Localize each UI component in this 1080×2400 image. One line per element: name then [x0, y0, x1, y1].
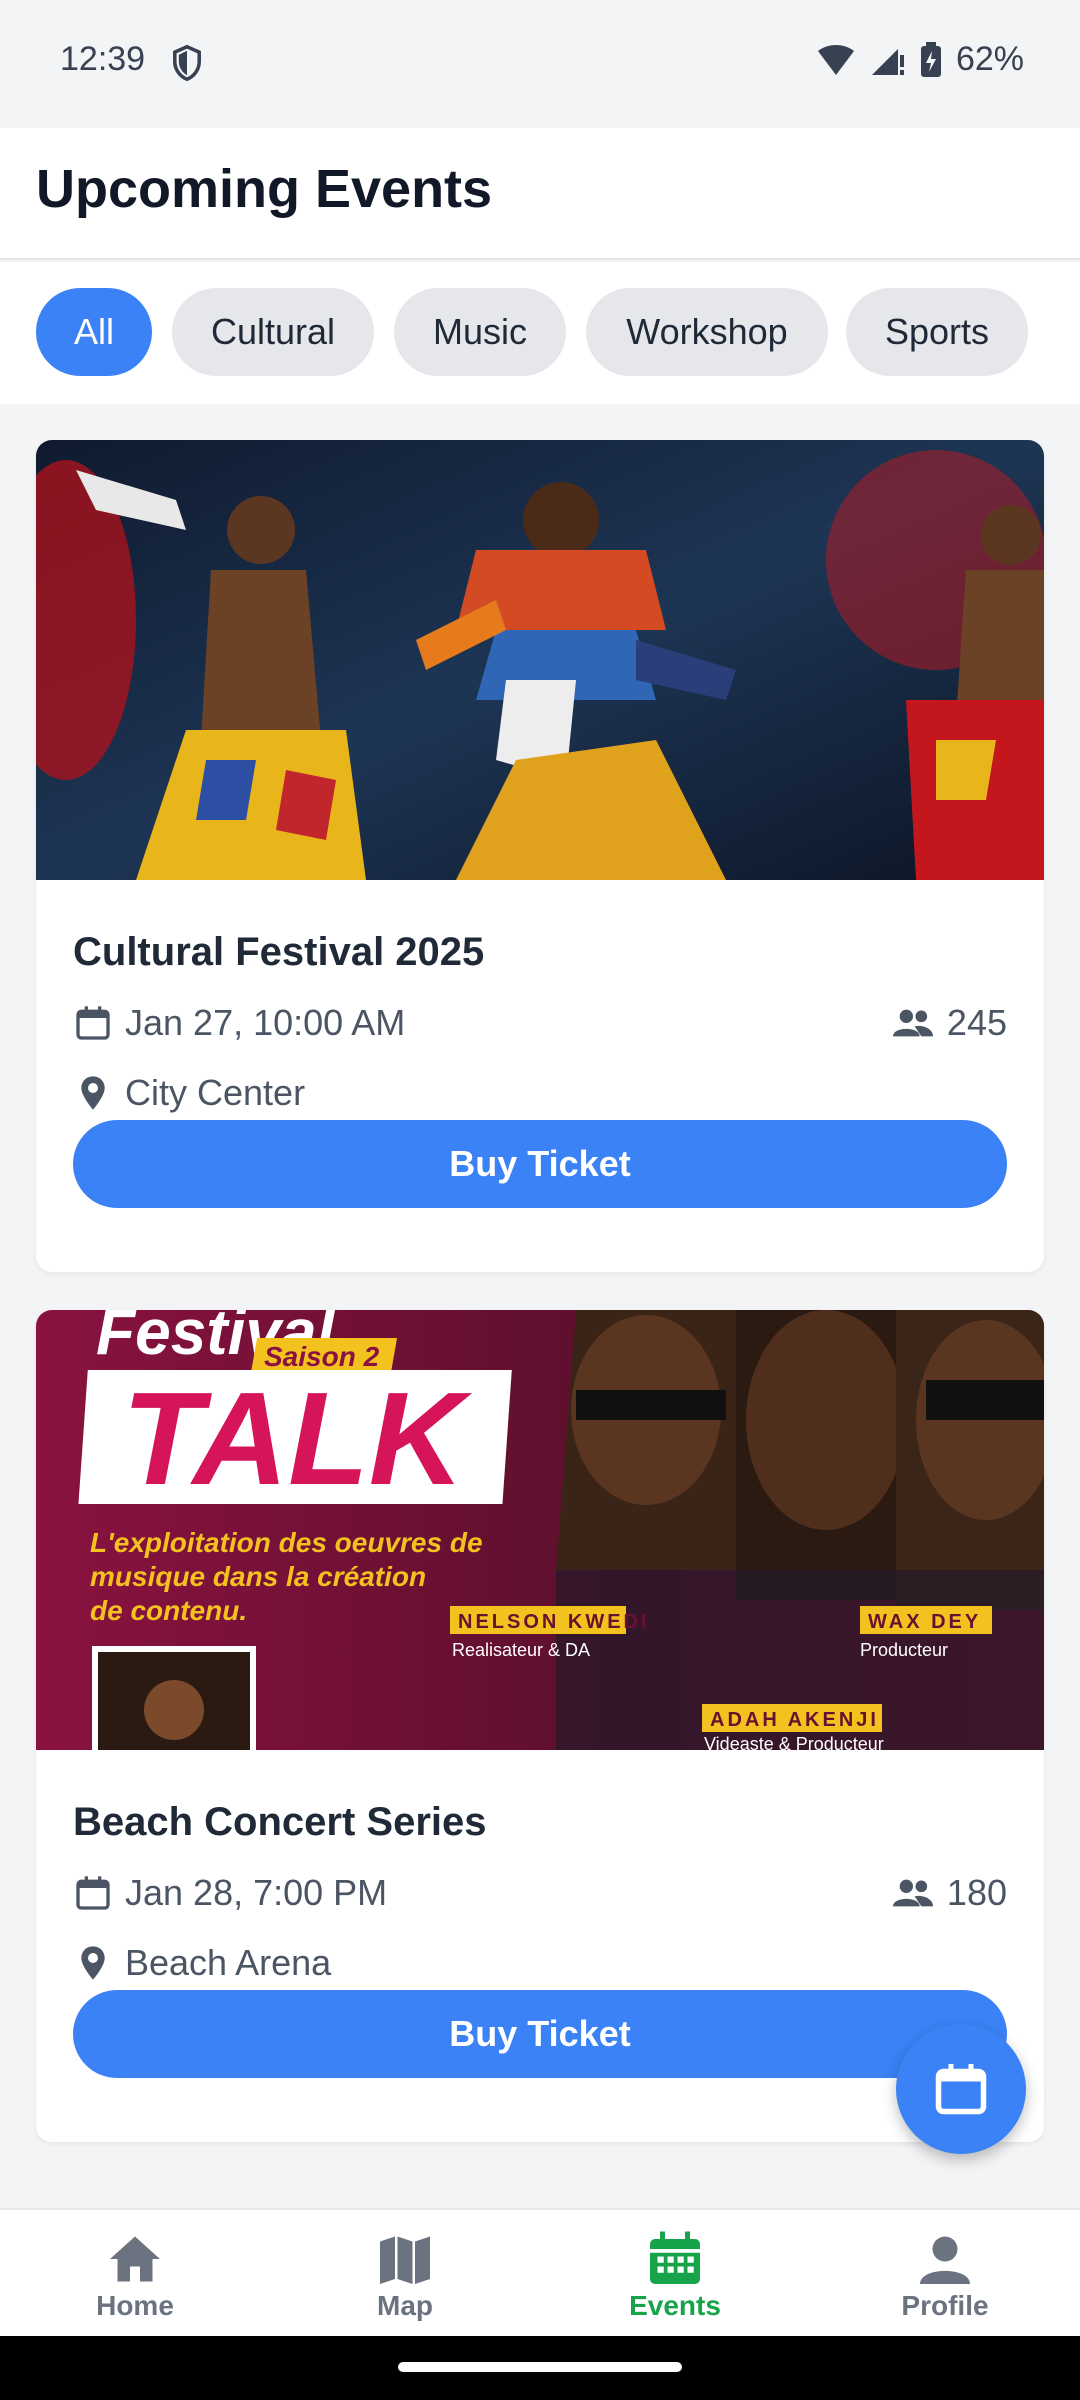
nav-profile-label: Profile	[901, 2290, 989, 2321]
buy-ticket-button[interactable]: Buy Ticket	[73, 1120, 1007, 1208]
event-date: Jan 27, 10:00 AM	[125, 1002, 406, 1043]
svg-text:Realisateur & DA: Realisateur & DA	[452, 1640, 590, 1660]
filter-chip-sports[interactable]: Sports	[846, 288, 1028, 376]
svg-text:Producteur: Producteur	[860, 1640, 948, 1660]
poster-talk: TALK	[122, 1365, 473, 1512]
signal-icon	[871, 48, 904, 75]
event-image[interactable]	[36, 440, 1044, 880]
location-pin-icon	[81, 1076, 105, 1110]
shield-icon	[173, 44, 201, 82]
svg-text:ADAH AKENJI: ADAH AKENJI	[710, 1709, 879, 1731]
calendar-icon	[76, 1876, 110, 1910]
svg-text:NELSON KWEDI: NELSON KWEDI	[458, 1611, 650, 1633]
calendar-icon	[76, 1006, 110, 1040]
nav-profile[interactable]: Profile	[845, 2228, 1045, 2322]
calendar-icon	[650, 2231, 700, 2284]
event-location: Beach Arena	[125, 1942, 332, 1983]
people-icon	[892, 1879, 933, 1907]
attendee-count: 180	[946, 1872, 1007, 1913]
filter-chip-cultural[interactable]: Cultural	[172, 288, 374, 376]
battery-level: 62%	[955, 40, 1024, 78]
event-title: Cultural Festival 2025	[73, 930, 485, 974]
bottom-navigation: Home Map Events Profile	[0, 2208, 1080, 2336]
event-card[interactable]: Cultural Festival 2025 Jan 27, 10:00 AM …	[36, 440, 1044, 1272]
event-title: Beach Concert Series	[73, 1800, 487, 1844]
attendee-count: 245	[946, 1002, 1007, 1043]
svg-text:de contenu.: de contenu.	[90, 1595, 247, 1626]
filter-chip-workshop[interactable]: Workshop	[586, 288, 828, 376]
status-bar: 12:39 62%	[0, 0, 1080, 128]
event-location: City Center	[125, 1072, 306, 1113]
calendar-fab[interactable]	[896, 2024, 1026, 2154]
nav-events[interactable]: Events	[575, 2228, 775, 2322]
location-pin-icon	[81, 1946, 105, 1980]
wifi-icon	[817, 44, 854, 75]
map-icon	[380, 2236, 430, 2284]
nav-home[interactable]: Home	[35, 2228, 235, 2322]
status-time: 12:39	[60, 40, 146, 78]
people-icon	[892, 1009, 933, 1037]
svg-text:Videaste & Producteur: Videaste & Producteur	[704, 1734, 884, 1750]
talk-poster: Festival Saison 2 TALK L'exploitation de…	[36, 1310, 1044, 1750]
battery-icon	[920, 41, 941, 77]
page-title: Upcoming Events	[36, 159, 493, 219]
system-navigation-bar	[0, 2336, 1080, 2400]
svg-text:musique dans la création: musique dans la création	[90, 1561, 426, 1592]
svg-text:L'exploitation des oeuvres de: L'exploitation des oeuvres de	[90, 1527, 483, 1558]
nav-events-label: Events	[629, 2290, 721, 2321]
filter-chip-all[interactable]: All	[36, 288, 152, 376]
svg-text:WAX DEY: WAX DEY	[868, 1611, 981, 1633]
filter-chip-music[interactable]: Music	[394, 288, 566, 376]
nav-home-label: Home	[96, 2290, 174, 2321]
profile-icon	[920, 2236, 970, 2284]
app-header: Upcoming Events	[0, 128, 1080, 260]
home-icon	[110, 2236, 160, 2282]
nav-map-label: Map	[377, 2290, 433, 2321]
calendar-icon	[935, 2064, 987, 2115]
event-date: Jan 28, 7:00 PM	[125, 1872, 388, 1913]
event-image[interactable]: Festival Saison 2 TALK L'exploitation de…	[36, 1310, 1044, 1750]
home-gesture-handle[interactable]	[398, 2362, 682, 2372]
nav-map[interactable]: Map	[305, 2228, 505, 2322]
category-filters: All Cultural Music Workshop Sports	[0, 262, 1080, 404]
event-card[interactable]: Festival Saison 2 TALK L'exploitation de…	[36, 1310, 1044, 2142]
dancers-photo	[36, 440, 1044, 880]
buy-ticket-button[interactable]: Buy Ticket	[73, 1990, 1007, 2078]
